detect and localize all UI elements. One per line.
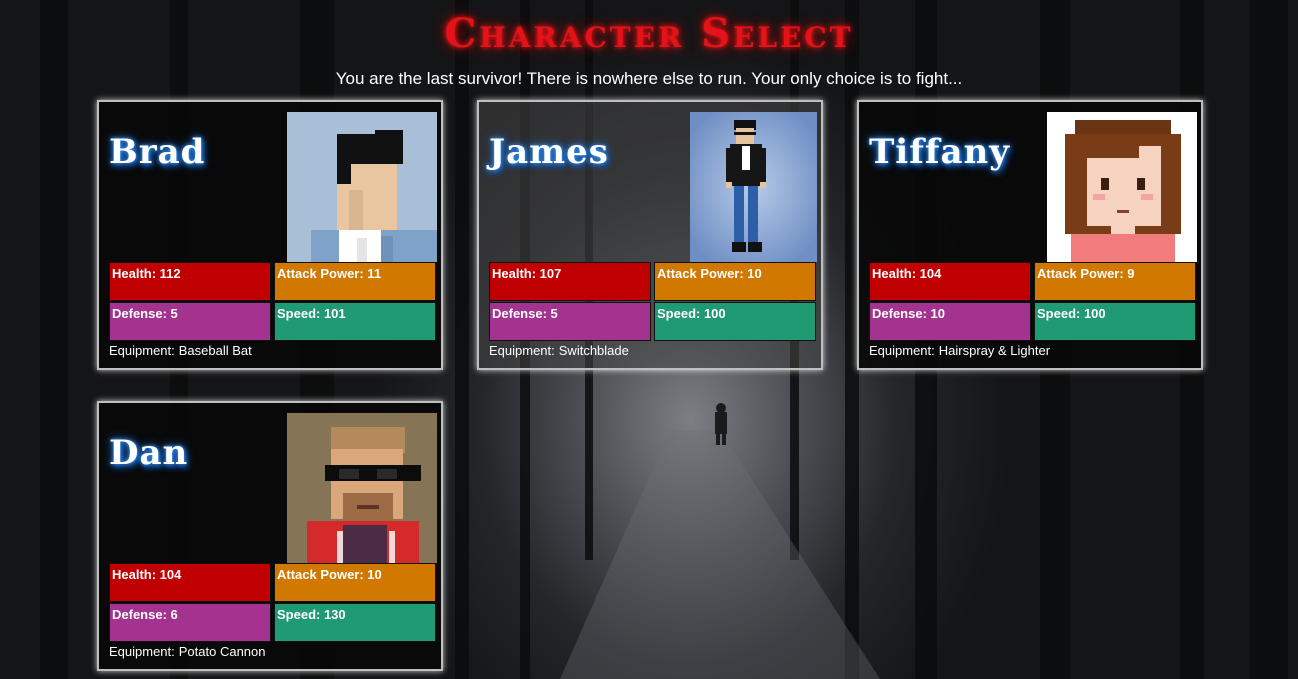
health-stat: Health: 112 [109, 262, 271, 301]
character-card-james[interactable]: James Health: 107 Attack Power: 10 Defen… [477, 100, 823, 370]
character-card-brad[interactable]: Brad Health: 112 Attack Power: 11 Defens… [97, 100, 443, 370]
stats-grid: Health: 104 Attack Power: 10 Defense: 6 … [109, 563, 436, 642]
stats-grid: Health: 107 Attack Power: 10 Defense: 5 … [489, 262, 816, 341]
character-name: Brad [109, 132, 206, 172]
character-name: James [489, 132, 609, 172]
equipment-label: Equipment: [109, 644, 175, 659]
defense-stat: Defense: 10 [869, 302, 1031, 341]
stats-grid: Health: 112 Attack Power: 11 Defense: 5 … [109, 262, 436, 341]
equipment-value: Baseball Bat [178, 343, 252, 358]
defense-stat: Defense: 6 [109, 603, 271, 642]
equipment-label: Equipment: [869, 343, 935, 358]
stats-grid: Health: 104 Attack Power: 9 Defense: 10 … [869, 262, 1196, 341]
health-stat: Health: 104 [869, 262, 1031, 301]
equipment-line: Equipment: Baseball Bat [109, 343, 252, 358]
speed-stat: Speed: 100 [1034, 302, 1196, 341]
attack-stat: Attack Power: 10 [274, 563, 436, 602]
equipment-value: Potato Cannon [178, 644, 266, 659]
equipment-line: Equipment: Hairspray & Lighter [869, 343, 1050, 358]
speed-stat: Speed: 101 [274, 302, 436, 341]
equipment-value: Hairspray & Lighter [938, 343, 1051, 358]
dan-portrait [287, 413, 437, 563]
character-card-tiffany[interactable]: Tiffany Health: 104 Attack Power: 9 Defe… [857, 100, 1203, 370]
tiffany-portrait [1047, 112, 1197, 262]
brad-portrait [287, 112, 437, 262]
equipment-label: Equipment: [109, 343, 175, 358]
attack-stat: Attack Power: 11 [274, 262, 436, 301]
attack-stat: Attack Power: 10 [654, 262, 816, 301]
defense-stat: Defense: 5 [489, 302, 651, 341]
equipment-label: Equipment: [489, 343, 555, 358]
speed-stat: Speed: 130 [274, 603, 436, 642]
james-portrait [690, 112, 817, 262]
health-stat: Health: 107 [489, 262, 651, 301]
character-name: Dan [109, 433, 189, 473]
attack-stat: Attack Power: 9 [1034, 262, 1196, 301]
equipment-line: Equipment: Switchblade [489, 343, 629, 358]
equipment-value: Switchblade [558, 343, 629, 358]
health-stat: Health: 104 [109, 563, 271, 602]
page-title: Character Select [444, 10, 854, 57]
character-card-dan[interactable]: Dan Health: 104 Attack Power: 10 Defense… [97, 401, 443, 671]
defense-stat: Defense: 5 [109, 302, 271, 341]
page-subtitle: You are the last survivor! There is nowh… [335, 69, 963, 88]
equipment-line: Equipment: Potato Cannon [109, 644, 266, 659]
character-name: Tiffany [869, 132, 1010, 172]
speed-stat: Speed: 100 [654, 302, 816, 341]
